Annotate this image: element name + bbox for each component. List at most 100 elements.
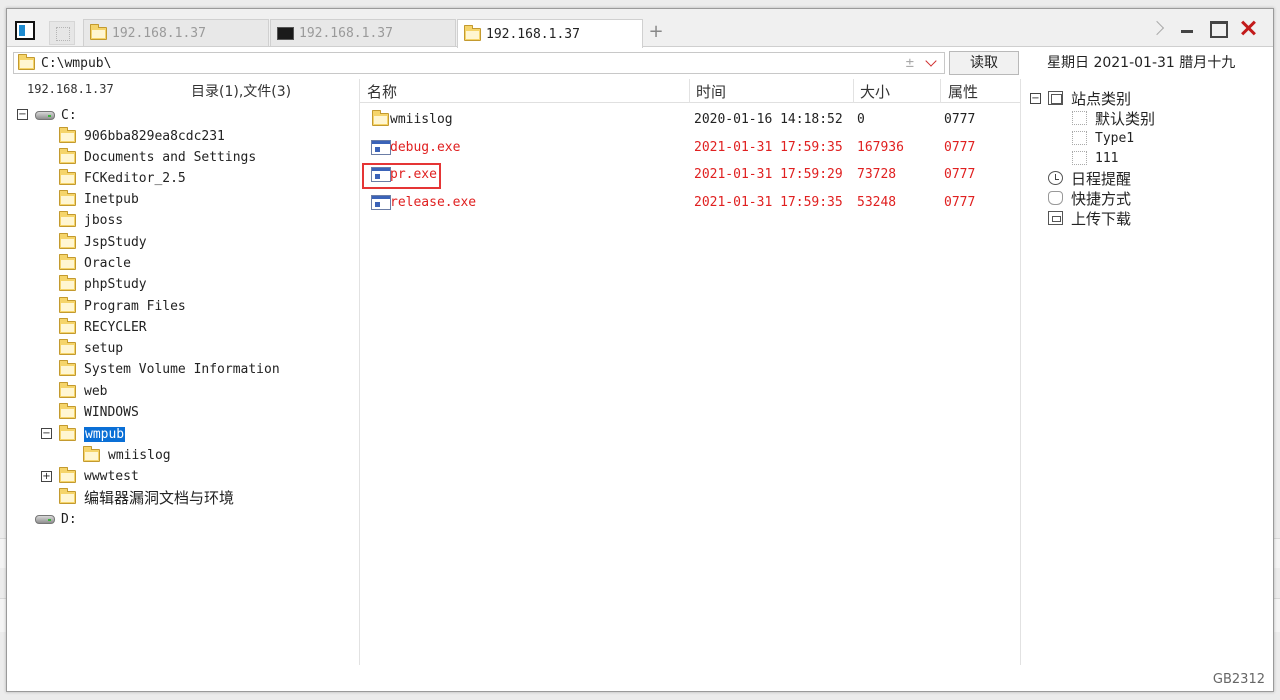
tree-folder[interactable]: Inetpub xyxy=(59,189,139,209)
tree-transfer[interactable]: 上传下载 xyxy=(1048,208,1131,228)
file-list-header: 名称 时间 大小 属性 xyxy=(360,79,1020,103)
tree-folder[interactable]: jboss xyxy=(59,210,123,230)
file-row-exe[interactable]: pr.exe 2021-01-31 17:59:29 73728 0777 xyxy=(360,162,1020,188)
column-header-time[interactable]: 时间 xyxy=(696,81,726,102)
tree-folder[interactable]: Oracle xyxy=(59,253,131,273)
expand-toggle-wwwtest[interactable]: + xyxy=(41,471,52,482)
tree-label: C: xyxy=(61,107,77,123)
column-separator[interactable] xyxy=(689,79,690,103)
folder-icon xyxy=(59,168,76,185)
address-input[interactable]: C:\wmpub\ xyxy=(41,56,906,71)
column-header-name[interactable]: 名称 xyxy=(367,81,397,102)
minimize-button[interactable] xyxy=(1179,19,1197,37)
new-tab-button[interactable]: + xyxy=(646,21,666,42)
folder-icon xyxy=(59,381,76,398)
pane-divider[interactable] xyxy=(1020,79,1021,665)
executable-icon xyxy=(371,195,391,210)
tab-label: 192.168.1.37 xyxy=(299,25,393,41)
plus-minus-icon[interactable]: ± xyxy=(906,55,914,71)
column-separator[interactable] xyxy=(853,79,854,103)
folder-icon xyxy=(59,210,76,227)
tree-label: Inetpub xyxy=(84,191,139,207)
tree-label: WINDOWS xyxy=(84,404,139,420)
tree-folder[interactable]: Program Files xyxy=(59,296,186,316)
folder-icon xyxy=(372,110,389,126)
file-row-exe[interactable]: release.exe 2021-01-31 17:59:35 53248 07… xyxy=(360,190,1020,216)
tree-folder[interactable]: web xyxy=(59,381,107,401)
collapse-toggle-c[interactable]: − xyxy=(17,109,28,120)
folder-icon xyxy=(59,359,76,376)
tab-terminal[interactable]: 192.168.1.37 xyxy=(270,19,456,46)
chevron-down-icon[interactable] xyxy=(924,56,938,70)
tree-label: 站点类别 xyxy=(1071,89,1132,108)
read-button[interactable]: 读取 xyxy=(949,51,1019,75)
file-size: 167936 xyxy=(857,140,904,155)
folder-icon xyxy=(59,338,76,355)
tree-folder[interactable]: WINDOWS xyxy=(59,402,139,422)
chevron-right-icon[interactable] xyxy=(1149,19,1167,37)
tree-folder[interactable]: phpStudy xyxy=(59,274,147,294)
tree-shortcuts[interactable]: 快捷方式 xyxy=(1048,188,1131,208)
tree-folder[interactable]: setup xyxy=(59,338,123,358)
tree-category-item[interactable]: Type1 xyxy=(1072,128,1134,148)
tree-label: 日程提醒 xyxy=(1071,169,1132,188)
tree-folder[interactable]: System Volume Information xyxy=(59,359,280,379)
blank-tab[interactable] xyxy=(49,21,75,45)
file-attr: 0777 xyxy=(944,140,976,155)
drive-icon xyxy=(35,110,55,120)
tree-folder[interactable]: wmiislog xyxy=(83,445,171,465)
file-size: 73728 xyxy=(857,167,897,182)
tree-schedule[interactable]: 日程提醒 xyxy=(1048,168,1131,188)
file-name: debug.exe xyxy=(390,140,461,155)
tree-label: Type1 xyxy=(1095,130,1135,146)
folder-icon xyxy=(464,24,481,41)
category-item-icon xyxy=(1072,111,1087,125)
file-row-folder[interactable]: wmiislog 2020-01-16 14:18:52 0 0777 xyxy=(360,107,1020,133)
close-button[interactable] xyxy=(1239,19,1257,37)
tab-file-manager-active[interactable]: 192.168.1.37 xyxy=(457,19,643,48)
tree-folder[interactable]: JspStudy xyxy=(59,232,147,252)
folder-icon xyxy=(59,189,76,206)
tree-label: System Volume Information xyxy=(84,361,280,377)
folder-icon xyxy=(59,402,76,419)
tree-folder[interactable]: 906bba829ea8cdc231 xyxy=(59,126,225,146)
tree-label: 快捷方式 xyxy=(1071,189,1132,208)
encoding-indicator[interactable]: GB2312 xyxy=(1213,672,1265,687)
host-label: 192.168.1.37 xyxy=(27,82,114,96)
collapse-toggle-categories[interactable]: − xyxy=(1030,93,1041,104)
clock-icon xyxy=(1048,171,1063,185)
category-icon xyxy=(1048,91,1063,105)
column-header-attr[interactable]: 属性 xyxy=(948,81,978,102)
tree-folder-selected[interactable]: wmpub xyxy=(59,424,126,444)
tree-folder[interactable]: RECYCLER xyxy=(59,317,147,337)
tree-folder[interactable]: 编辑器漏洞文档与环境 xyxy=(59,487,234,507)
tree-site-categories[interactable]: 站点类别 xyxy=(1048,88,1131,108)
file-row-exe[interactable]: debug.exe 2021-01-31 17:59:35 167936 077… xyxy=(360,135,1020,161)
drive-icon xyxy=(35,514,55,524)
tree-label: wwwtest xyxy=(84,468,139,484)
sidebar-toggle-icon[interactable] xyxy=(15,21,35,40)
tree-label: D: xyxy=(61,511,77,527)
tree-label: Oracle xyxy=(84,255,131,271)
tree-label: Documents and Settings xyxy=(84,149,257,165)
file-time: 2021-01-31 17:59:29 xyxy=(694,167,843,182)
tree-folder[interactable]: wwwtest xyxy=(59,466,139,486)
maximize-button[interactable] xyxy=(1209,19,1228,38)
folder-icon xyxy=(59,253,76,270)
tree-drive-d[interactable]: D: xyxy=(35,509,77,529)
collapse-toggle-wmpub[interactable]: − xyxy=(41,428,52,439)
folder-icon xyxy=(83,445,100,462)
executable-icon xyxy=(371,140,391,155)
tree-drive-c[interactable]: C: xyxy=(35,105,77,125)
column-separator[interactable] xyxy=(940,79,941,103)
folder-icon xyxy=(90,23,107,40)
tree-folder[interactable]: Documents and Settings xyxy=(59,147,256,167)
tree-category-item[interactable]: 默认类别 xyxy=(1072,108,1155,128)
folder-icon xyxy=(59,232,76,249)
column-header-size[interactable]: 大小 xyxy=(860,81,890,102)
address-bar[interactable]: C:\wmpub\ ± xyxy=(13,52,945,74)
tree-category-item[interactable]: 111 xyxy=(1072,148,1118,168)
tree-label: RECYCLER xyxy=(84,319,147,335)
tree-folder[interactable]: FCKeditor_2.5 xyxy=(59,168,186,188)
tab-file-manager-1[interactable]: 192.168.1.37 xyxy=(83,19,269,46)
